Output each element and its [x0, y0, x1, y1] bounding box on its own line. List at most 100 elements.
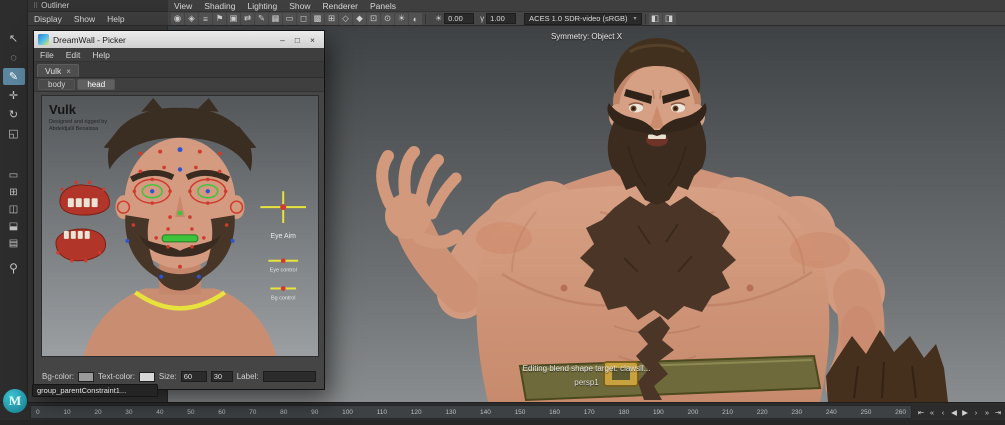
picker-menu-file[interactable]: File	[34, 50, 60, 60]
safe-action-icon[interactable]: ◇	[339, 12, 352, 25]
timeline-tick[interactable]: 210	[722, 409, 733, 416]
shadows-icon[interactable]: ◐	[409, 12, 422, 25]
select-tool-icon[interactable]: ↖	[3, 30, 25, 47]
timeline-tick[interactable]: 90	[311, 409, 318, 416]
picker-canvas[interactable]: Vulk Designed and rigged by Abdeldjalil …	[41, 95, 319, 357]
bg-color-swatch[interactable]	[78, 371, 95, 382]
gamma-field[interactable]: 1.00	[486, 13, 517, 24]
close-button[interactable]: ×	[305, 33, 320, 46]
timeline-tick[interactable]: 150	[515, 409, 526, 416]
timeline-tick[interactable]: 190	[653, 409, 664, 416]
timeline-tick[interactable]: 260	[895, 409, 906, 416]
four-pane-layout-icon[interactable]: ⊞	[3, 185, 25, 200]
timeline-tick[interactable]: 30	[125, 409, 132, 416]
timeline-tick[interactable]: 140	[480, 409, 491, 416]
range-slider[interactable]	[0, 420, 1005, 425]
label-field[interactable]	[262, 371, 316, 382]
timeline-tick[interactable]: 200	[688, 409, 699, 416]
timeline-tick[interactable]: 230	[791, 409, 802, 416]
play-forwards-button[interactable]: ▶	[960, 406, 970, 419]
paint-select-tool-icon[interactable]: ✎	[2, 68, 25, 85]
lasso-tool-icon[interactable]: ◌	[3, 49, 25, 66]
text-color-swatch[interactable]	[138, 371, 155, 382]
scale-tool-icon[interactable]: ◱	[3, 125, 25, 142]
step-back-key-button[interactable]: «	[927, 406, 937, 419]
safe-title-icon[interactable]: ◆	[353, 12, 366, 25]
viewport-menu-shading[interactable]: Shading	[198, 1, 241, 11]
image-plane-icon[interactable]: ▣	[227, 12, 240, 25]
shaded-display-icon[interactable]: ◨	[662, 12, 676, 25]
picker-subtab-body[interactable]: body	[38, 79, 76, 90]
move-tool-icon[interactable]: ✛	[3, 87, 25, 104]
persp-outliner-layout-icon[interactable]: ◫	[3, 202, 25, 217]
timeline-tick[interactable]: 40	[156, 409, 163, 416]
timeline-tick[interactable]: 120	[411, 409, 422, 416]
timeline-tick[interactable]: 250	[861, 409, 872, 416]
resolution-gate-icon[interactable]: ◻	[297, 12, 310, 25]
camera-attributes-icon[interactable]: ≡	[199, 12, 212, 25]
bg-control-slider[interactable]: Bg control	[270, 286, 297, 301]
select-camera-icon[interactable]: ◉	[171, 12, 184, 25]
rotate-tool-icon[interactable]: ↻	[3, 106, 25, 123]
eye-aim-control[interactable]: Eye Aim	[260, 191, 307, 240]
persp-graph-layout-icon[interactable]: ⬓	[3, 219, 25, 234]
picker-titlebar[interactable]: DreamWall - Picker – □ ×	[34, 31, 324, 48]
outliner-menu-display[interactable]: Display	[28, 14, 68, 24]
timeline-tick[interactable]: 220	[757, 409, 768, 416]
picker-tab-vulk[interactable]: Vulk ×	[37, 64, 79, 77]
timeline-tick[interactable]: 130	[445, 409, 456, 416]
view-transform-select[interactable]: ACES 1.0 SDR-video (sRGB) ▾	[524, 12, 642, 25]
time-slider[interactable]: 0 10 20 30 40 50 60 70 80 90 100 110 120 130 140 150 160…	[0, 402, 1005, 420]
size-field[interactable]	[180, 371, 207, 382]
timeline-tick[interactable]: 50	[187, 409, 194, 416]
lighting-icon[interactable]: ☀	[395, 12, 408, 25]
bookmarks-icon[interactable]: ⚑	[213, 12, 226, 25]
frame-selected-icon[interactable]: ⊙	[381, 12, 394, 25]
timeline-tick[interactable]: 170	[584, 409, 595, 416]
frame-all-icon[interactable]: ⊡	[367, 12, 380, 25]
single-pane-layout-icon[interactable]: ▭	[3, 168, 25, 183]
outliner-menu-help[interactable]: Help	[101, 14, 130, 24]
pan-zoom-icon[interactable]: ⇄	[241, 12, 254, 25]
timeline-tick[interactable]: 240	[826, 409, 837, 416]
viewport-menu-view[interactable]: View	[168, 1, 198, 11]
timeline-tick[interactable]: 160	[549, 409, 560, 416]
outliner-menu-show[interactable]: Show	[68, 14, 101, 24]
timeline-tick[interactable]: 60	[218, 409, 225, 416]
viewport-menu-lighting[interactable]: Lighting	[241, 1, 283, 11]
lock-camera-icon[interactable]: ◈	[185, 12, 198, 25]
timeline-tick[interactable]: 180	[618, 409, 629, 416]
step-forward-key-button[interactable]: »	[982, 406, 992, 419]
timeline-tick[interactable]: 70	[249, 409, 256, 416]
eye-control-slider[interactable]: Eye control	[268, 258, 299, 274]
gamma-icon[interactable]: γ	[480, 14, 484, 23]
wireframe-display-icon[interactable]: ◧	[648, 12, 662, 25]
exposure-field[interactable]: 0.00	[444, 13, 475, 24]
maximize-button[interactable]: □	[290, 33, 305, 46]
step-back-frame-button[interactable]: ‹	[938, 406, 948, 419]
gate-mask-icon[interactable]: ▩	[311, 12, 324, 25]
panel-grip-icon[interactable]: ⠿	[33, 2, 38, 10]
timeline-tick[interactable]: 80	[280, 409, 287, 416]
viewport-menu-renderer[interactable]: Renderer	[317, 1, 364, 11]
minimize-button[interactable]: –	[275, 33, 290, 46]
hypershade-layout-icon[interactable]: ▤	[3, 236, 25, 251]
helpline-field[interactable]: group_parentConstraint1...	[32, 384, 158, 397]
timeline-tick[interactable]: 100	[342, 409, 353, 416]
step-forward-frame-button[interactable]: ›	[971, 406, 981, 419]
size-field-2[interactable]	[210, 371, 233, 382]
picker-menu-edit[interactable]: Edit	[60, 50, 87, 60]
timeline-tick[interactable]: 110	[377, 409, 387, 416]
picker-menu-help[interactable]: Help	[86, 50, 115, 60]
viewport-menu-panels[interactable]: Panels	[364, 1, 402, 11]
picker-subtab-head[interactable]: head	[77, 79, 116, 90]
timeline-tick[interactable]: 0	[36, 409, 40, 416]
go-to-end-button[interactable]: ⇥	[993, 406, 1003, 419]
viewport-menu-show[interactable]: Show	[283, 1, 316, 11]
tab-close-icon[interactable]: ×	[66, 67, 71, 76]
grease-pencil-icon[interactable]: ✎	[255, 12, 268, 25]
maya-logo[interactable]: M	[3, 389, 27, 413]
exposure-icon[interactable]: ☀	[435, 14, 442, 23]
lower-teeth-control[interactable]	[55, 228, 107, 263]
field-chart-icon[interactable]: ⊞	[325, 12, 338, 25]
